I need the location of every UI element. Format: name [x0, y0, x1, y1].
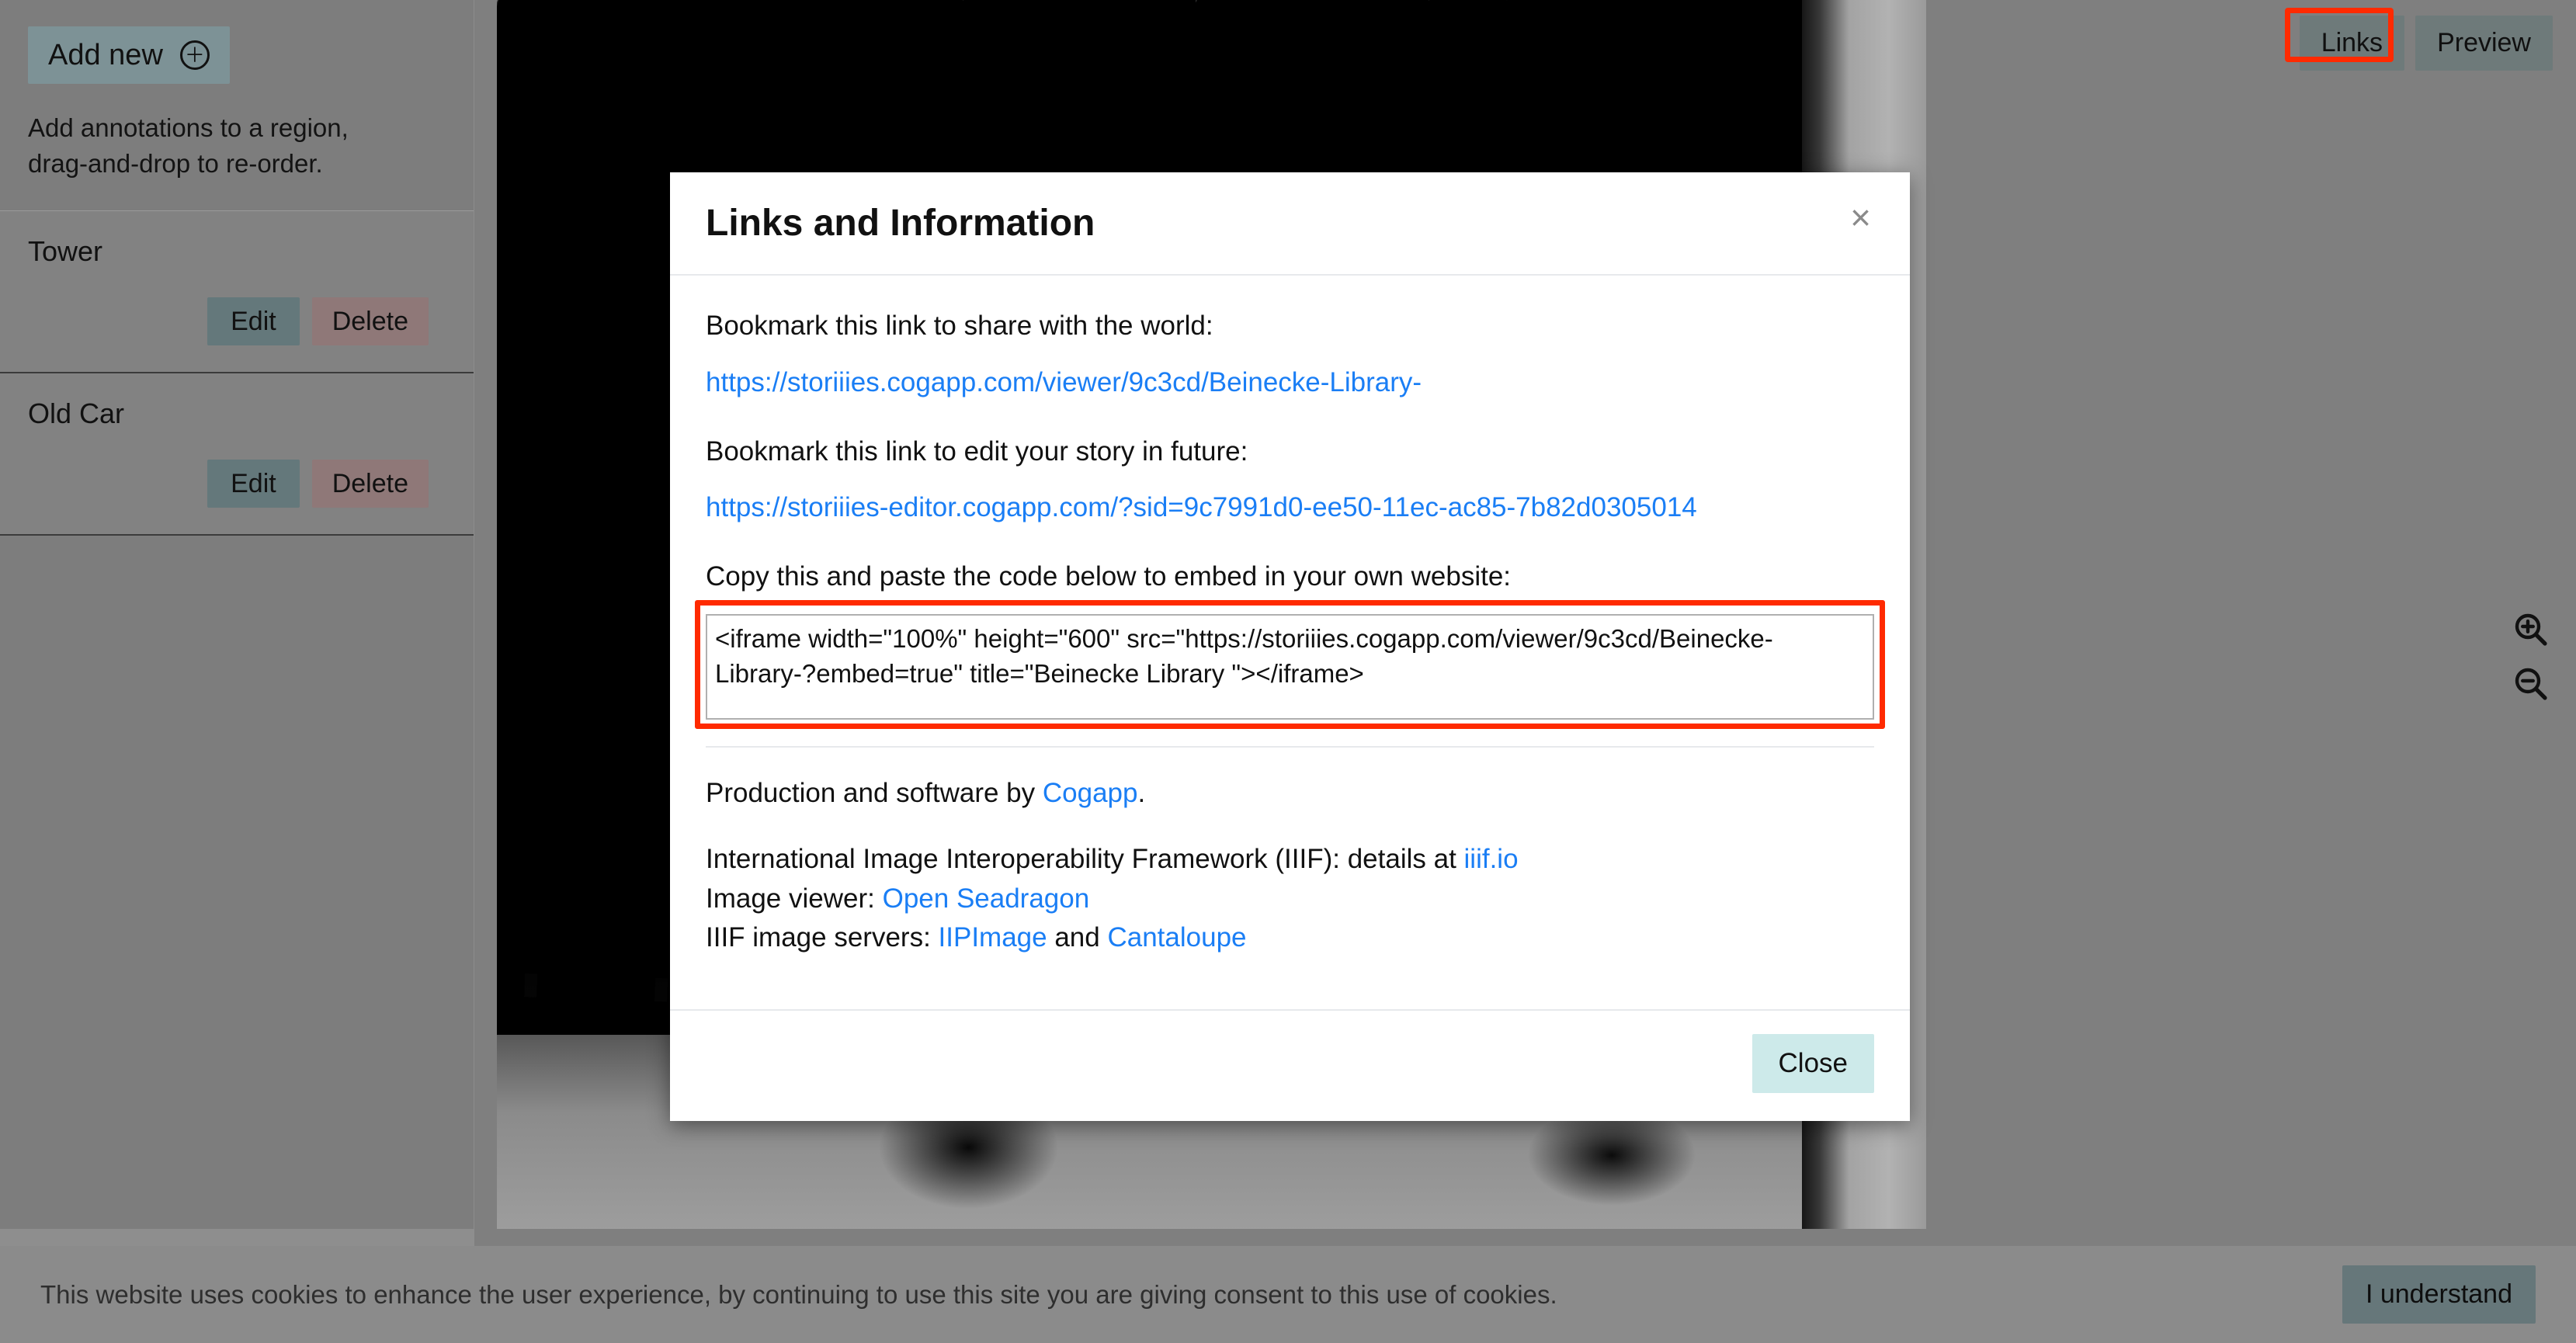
links-button[interactable]: Links — [2299, 16, 2405, 71]
links-and-information-modal: Links and Information × Bookmark this li… — [670, 172, 1910, 1122]
modal-close-button[interactable]: Close — [1751, 1034, 1874, 1094]
servers-credit: IIIF image servers: IIPImage and Cantalo… — [706, 918, 1874, 958]
close-icon[interactable]: × — [1847, 200, 1874, 235]
sidebar-bottom-strip — [0, 1229, 474, 1246]
zoom-in-icon — [2512, 611, 2550, 648]
list-item[interactable]: Tower Edit Delete — [0, 211, 474, 374]
add-new-label: Add new — [48, 39, 163, 71]
annotations-sidebar: Add new Add annotations to a region, dra… — [0, 0, 474, 1343]
modal-title: Links and Information — [706, 203, 1095, 244]
production-credit: Production and software by Cogapp. — [706, 774, 1874, 814]
share-link-label: Bookmark this link to share with the wor… — [706, 310, 1213, 341]
edit-button[interactable]: Edit — [207, 297, 300, 346]
edit-link[interactable]: https://storiiies-editor.cogapp.com/?sid… — [706, 488, 1874, 526]
zoom-out-button[interactable] — [2506, 660, 2556, 708]
zoom-out-icon — [2512, 665, 2550, 703]
viewer-prefix: Image viewer: — [706, 883, 883, 914]
delete-button[interactable]: Delete — [311, 460, 429, 508]
cookie-accept-button[interactable]: I understand — [2342, 1265, 2536, 1324]
edit-link-label: Bookmark this link to edit your story in… — [706, 436, 1248, 467]
iipimage-link[interactable]: IIPImage — [939, 922, 1047, 953]
modal-body: Bookmark this link to share with the wor… — [670, 276, 1910, 978]
add-new-button[interactable]: Add new — [28, 26, 230, 84]
cookie-consent-bar: This website uses cookies to enhance the… — [0, 1246, 2576, 1343]
list-item[interactable]: Old Car Edit Delete — [0, 373, 474, 536]
annotation-title: Tower — [28, 235, 103, 268]
app-root: Add new Add annotations to a region, dra… — [0, 0, 2576, 1343]
iiif-prefix: International Image Interoperability Fra… — [706, 843, 1464, 874]
annotation-title: Old Car — [28, 397, 125, 430]
sidebar-hint-text: Add annotations to a region, drag-and-dr… — [28, 113, 349, 178]
tech-credits: International Image Interoperability Fra… — [706, 840, 1874, 958]
embed-code-wrapper — [695, 600, 1885, 730]
edit-button[interactable]: Edit — [207, 460, 300, 508]
delete-button[interactable]: Delete — [311, 297, 429, 346]
iiif-io-link[interactable]: iiif.io — [1464, 844, 1519, 874]
cookie-message: This website uses cookies to enhance the… — [40, 1279, 1557, 1309]
embed-code-textarea[interactable] — [706, 614, 1874, 720]
top-action-bar: Links Preview — [2299, 16, 2553, 71]
modal-credits: Production and software by Cogapp. Inter… — [706, 746, 1874, 958]
annotation-list: Tower Edit Delete Old Car Edit Delete — [0, 211, 474, 536]
sidebar-header: Add new Add annotations to a region, dra… — [0, 0, 474, 212]
annotation-actions: Edit Delete — [28, 297, 446, 346]
servers-join: and — [1047, 922, 1108, 953]
zoom-in-button[interactable] — [2506, 606, 2556, 654]
sidebar-empty-area — [0, 536, 474, 1343]
share-link[interactable]: https://storiiies.cogapp.com/viewer/9c3c… — [706, 363, 1874, 401]
iiif-credit: International Image Interoperability Fra… — [706, 840, 1874, 880]
plus-circle-icon — [179, 40, 210, 70]
viewer-right-panel — [1926, 0, 2576, 1229]
open-seadragon-link[interactable]: Open Seadragon — [883, 883, 1090, 914]
production-suffix: . — [1137, 778, 1146, 809]
preview-button[interactable]: Preview — [2415, 16, 2553, 71]
embed-code-label: Copy this and paste the code below to em… — [706, 561, 1512, 592]
cantaloupe-link[interactable]: Cantaloupe — [1107, 922, 1246, 953]
zoom-controls — [2506, 606, 2556, 708]
servers-prefix: IIIF image servers: — [706, 922, 939, 953]
viewer-credit: Image viewer: Open Seadragon — [706, 880, 1874, 919]
modal-header: Links and Information × — [670, 172, 1910, 276]
annotation-actions: Edit Delete — [28, 460, 446, 508]
cogapp-link[interactable]: Cogapp — [1043, 778, 1138, 808]
modal-footer: Close — [670, 1009, 1910, 1121]
production-prefix: Production and software by — [706, 778, 1043, 809]
